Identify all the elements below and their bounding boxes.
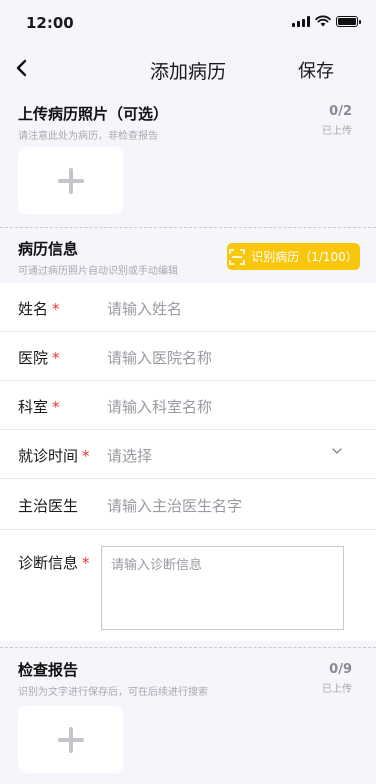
required-marker: * [52,349,60,367]
section-divider [0,647,376,648]
chevron-down-icon [332,448,342,454]
photos-subtitle: 请注意此处为病历，非检查报告 [18,131,158,142]
reports-section-header: 检查报告 识别为文字进行保存后，可在后续进行搜索 [18,659,208,698]
save-button[interactable]: 保存 [298,57,334,83]
status-time: 12:00 [26,14,74,32]
status-bar: 12:00 [0,0,376,44]
reports-count: 0/9 [329,662,352,677]
status-icons [292,15,361,27]
upload-report-button[interactable] [18,706,123,773]
reports-count-label: 已上传 [322,684,352,695]
hospital-row: 医院 * 请输入医院名称 [0,332,376,381]
required-marker: * [52,398,60,416]
department-row: 科室 * 请输入科室名称 [0,381,376,430]
recognize-record-label: 识别病历（1/100） [251,250,358,264]
name-row: 姓名 * 请输入姓名 [0,283,376,332]
photos-count: 0/2 [329,104,352,119]
doctor-input[interactable]: 请输入主治医生名字 [107,495,242,516]
name-input[interactable]: 请输入姓名 [107,298,182,319]
hospital-label: 医院 * [18,349,60,367]
wifi-icon [315,15,331,27]
plus-icon [57,726,84,753]
reports-counter: 0/9 已上传 [322,662,352,695]
department-input[interactable]: 请输入科室名称 [107,396,212,417]
diagnosis-textarea[interactable]: 请输入诊断信息 [101,546,344,630]
diagnosis-row: 诊断信息 * 请输入诊断信息 [0,530,376,641]
info-subtitle: 可通过病历照片自动识别或手动编辑 [18,266,178,277]
photos-title: 上传病历照片（可选） [18,105,169,123]
info-section-header: 病历信息 可通过病历照片自动识别或手动编辑 [18,238,178,277]
reports-title: 检查报告 [18,661,79,679]
recognize-record-button[interactable]: 识别病历（1/100） [227,243,360,270]
section-divider [0,227,376,228]
battery-icon [336,15,361,27]
name-label: 姓名 * [18,300,60,318]
signal-icon [292,15,310,27]
photos-section-header: 上传病历照片（可选） 请注意此处为病历，非检查报告 [18,103,168,142]
reports-subtitle: 识别为文字进行保存后，可在后续进行搜索 [18,687,208,698]
info-title: 病历信息 [18,240,79,258]
department-label: 科室 * [18,398,60,416]
hospital-input[interactable]: 请输入医院名称 [107,347,212,368]
plus-icon [57,167,84,194]
doctor-row: 主治医生 请输入主治医生名字 [0,479,376,530]
record-form: 姓名 * 请输入姓名 医院 * 请输入医院名称 科室 * 请输入科室名称 就诊时间 * … [0,283,376,641]
scan-icon [229,248,246,265]
nav-bar: 添加病历 保存 [0,44,376,92]
upload-record-photo-button[interactable] [18,147,123,214]
required-marker: * [82,554,90,572]
visit-time-select[interactable]: 请选择 [107,445,152,466]
required-marker: * [82,447,90,465]
required-marker: * [52,300,60,318]
diagnosis-label: 诊断信息 * [18,554,90,572]
photos-counter: 0/2 已上传 [322,104,352,137]
photos-count-label: 已上传 [322,126,352,137]
visit-time-row[interactable]: 就诊时间 * 请选择 [0,430,376,479]
doctor-label: 主治医生 [18,497,79,515]
visit-time-label: 就诊时间 * [18,447,90,465]
